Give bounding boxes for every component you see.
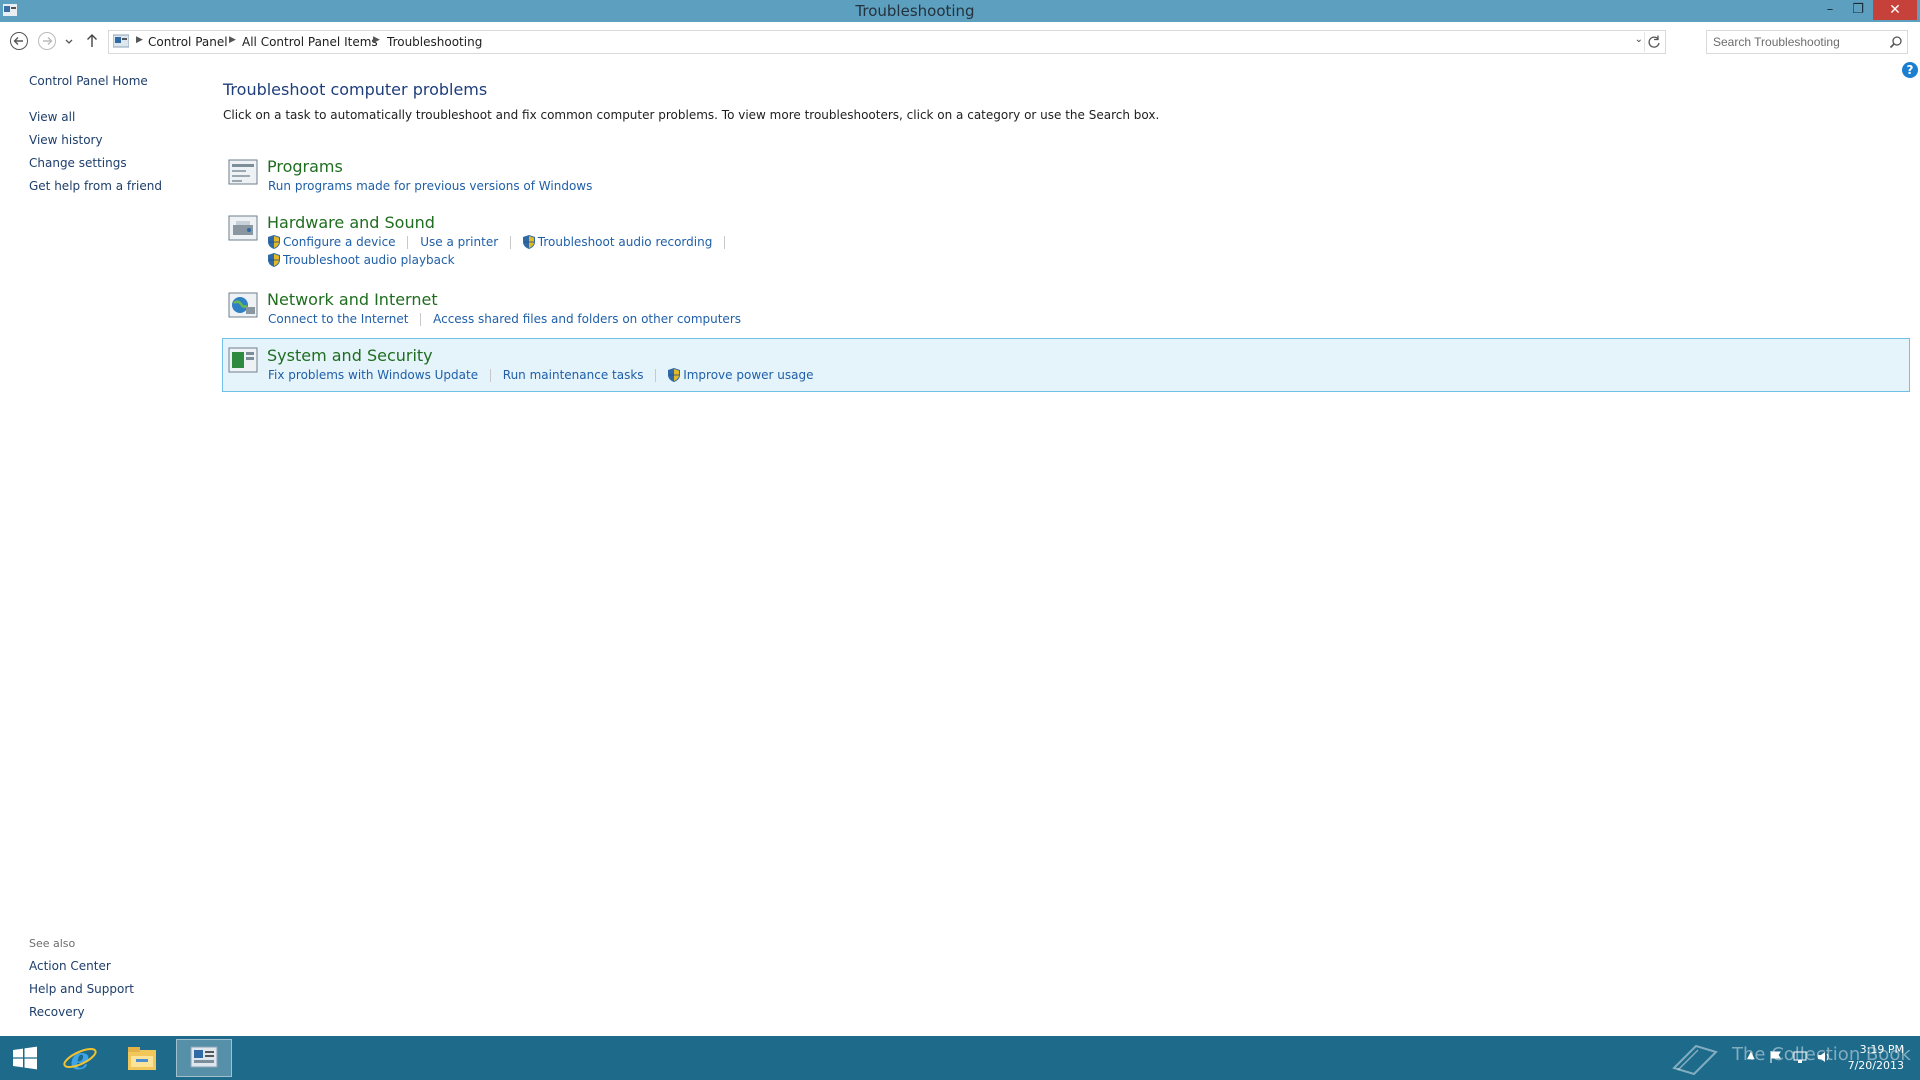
uac-shield-icon bbox=[668, 368, 681, 382]
category-hardware-and-sound[interactable]: Hardware and Sound Configure a device Us… bbox=[223, 208, 1909, 274]
control-panel-taskbar-icon bbox=[190, 1046, 218, 1068]
clock-time: 3:19 PM bbox=[1859, 1043, 1904, 1056]
task-separator bbox=[489, 369, 491, 382]
refresh-icon[interactable] bbox=[1644, 32, 1663, 52]
watermark-book-icon bbox=[1672, 1044, 1718, 1076]
see-also-action-center[interactable]: Action Center bbox=[29, 959, 111, 973]
taskbar: e The Collection Book ▲ 3:19 PM 7/20/201… bbox=[0, 1036, 1920, 1080]
task-separator bbox=[509, 236, 511, 249]
breadcrumb-control-panel[interactable]: Control Panel bbox=[148, 35, 228, 49]
svg-text:e: e bbox=[70, 1042, 89, 1077]
back-button-icon[interactable] bbox=[9, 31, 29, 51]
task-separator bbox=[407, 236, 409, 249]
see-also-help-and-support[interactable]: Help and Support bbox=[29, 982, 134, 996]
breadcrumb-separator-icon[interactable]: ▶ bbox=[229, 35, 236, 45]
programs-icon bbox=[228, 159, 258, 185]
up-arrow-icon[interactable] bbox=[84, 31, 100, 51]
breadcrumb-separator-icon[interactable]: ▶ bbox=[373, 35, 380, 45]
search-box[interactable] bbox=[1706, 30, 1908, 54]
search-input[interactable] bbox=[1711, 33, 1885, 51]
category-programs[interactable]: Programs Run programs made for previous … bbox=[223, 152, 1909, 200]
category-title-network-and-internet[interactable]: Network and Internet bbox=[267, 290, 438, 309]
hardware-sound-icon bbox=[228, 215, 258, 241]
sidebar-item-view-all[interactable]: View all bbox=[29, 110, 75, 124]
clock-date: 7/20/2013 bbox=[1847, 1059, 1904, 1072]
control-panel-taskbar-item[interactable] bbox=[176, 1039, 232, 1077]
task-separator bbox=[724, 236, 726, 249]
window-title: Troubleshooting bbox=[855, 2, 975, 20]
internet-explorer-icon[interactable]: e bbox=[52, 1039, 108, 1077]
breadcrumb-separator-icon[interactable]: ▶ bbox=[136, 35, 143, 45]
task-troubleshoot-audio-recording[interactable]: Troubleshoot audio recording bbox=[538, 235, 713, 249]
task-run-old-programs[interactable]: Run programs made for previous versions … bbox=[268, 179, 592, 193]
task-separator bbox=[655, 369, 657, 382]
address-dropdown-icon[interactable]: ⌄ bbox=[1635, 34, 1643, 45]
volume-icon[interactable] bbox=[1817, 1050, 1831, 1064]
system-security-icon bbox=[228, 347, 258, 373]
category-title-system-and-security[interactable]: System and Security bbox=[267, 346, 433, 365]
page-title: Troubleshoot computer problems bbox=[223, 80, 488, 99]
system-clock[interactable]: 3:19 PM 7/20/2013 bbox=[1848, 1042, 1904, 1074]
navigation-bar: ▶ Control Panel ▶ All Control Panel Item… bbox=[0, 22, 1920, 60]
task-access-shared-files[interactable]: Access shared files and folders on other… bbox=[433, 312, 741, 326]
close-button[interactable]: ✕ bbox=[1873, 0, 1917, 20]
task-connect-internet[interactable]: Connect to the Internet bbox=[268, 312, 408, 326]
control-panel-address-icon bbox=[113, 34, 129, 48]
sidebar-item-change-settings[interactable]: Change settings bbox=[29, 156, 127, 170]
control-panel-home-link[interactable]: Control Panel Home bbox=[29, 74, 148, 88]
left-pane: Control Panel Home View all View history… bbox=[0, 60, 210, 1036]
uac-shield-icon bbox=[522, 235, 535, 249]
task-fix-windows-update[interactable]: Fix problems with Windows Update bbox=[268, 368, 478, 382]
restore-button[interactable]: ❐ bbox=[1845, 0, 1871, 20]
task-configure-device[interactable]: Configure a device bbox=[283, 235, 396, 249]
task-run-maintenance[interactable]: Run maintenance tasks bbox=[503, 368, 644, 382]
sidebar-item-view-history[interactable]: View history bbox=[29, 133, 103, 147]
file-explorer-icon[interactable] bbox=[114, 1039, 170, 1077]
see-also-label: See also bbox=[29, 937, 76, 950]
minimize-button[interactable]: – bbox=[1817, 0, 1843, 20]
category-title-hardware-and-sound[interactable]: Hardware and Sound bbox=[267, 213, 435, 232]
sidebar-item-get-help[interactable]: Get help from a friend bbox=[29, 179, 162, 193]
address-bar[interactable]: ▶ Control Panel ▶ All Control Panel Item… bbox=[108, 30, 1666, 54]
category-system-and-security[interactable]: System and Security Fix problems with Wi… bbox=[222, 338, 1910, 392]
see-also-recovery[interactable]: Recovery bbox=[29, 1005, 85, 1019]
page-description: Click on a task to automatically trouble… bbox=[223, 108, 1160, 122]
uac-shield-icon bbox=[268, 253, 280, 267]
start-windows-icon[interactable] bbox=[0, 1039, 50, 1077]
recent-locations-chevron-icon[interactable] bbox=[63, 31, 75, 51]
main-content: Troubleshoot computer problems Click on … bbox=[222, 60, 1918, 1036]
task-troubleshoot-audio-playback[interactable]: Troubleshoot audio playback bbox=[283, 253, 455, 267]
task-use-printer[interactable]: Use a printer bbox=[420, 235, 498, 249]
help-icon[interactable]: ? bbox=[1902, 62, 1918, 78]
forward-button-icon[interactable] bbox=[37, 31, 57, 51]
category-title-programs[interactable]: Programs bbox=[267, 157, 343, 176]
network-icon[interactable] bbox=[1793, 1050, 1807, 1064]
tray-overflow-icon[interactable]: ▲ bbox=[1747, 1050, 1761, 1064]
network-internet-icon bbox=[228, 292, 258, 318]
action-center-flag-icon[interactable] bbox=[1769, 1050, 1783, 1064]
task-improve-power-usage[interactable]: Improve power usage bbox=[683, 368, 813, 382]
category-network-and-internet[interactable]: Network and Internet Connect to the Inte… bbox=[223, 285, 1909, 333]
title-bar: Troubleshooting – ❐ ✕ bbox=[0, 0, 1920, 22]
breadcrumb-troubleshooting[interactable]: Troubleshooting bbox=[387, 35, 482, 49]
uac-shield-icon bbox=[268, 235, 280, 249]
breadcrumb-all-items[interactable]: All Control Panel Items bbox=[242, 35, 378, 49]
task-separator bbox=[420, 313, 422, 326]
search-icon[interactable] bbox=[1889, 35, 1903, 49]
